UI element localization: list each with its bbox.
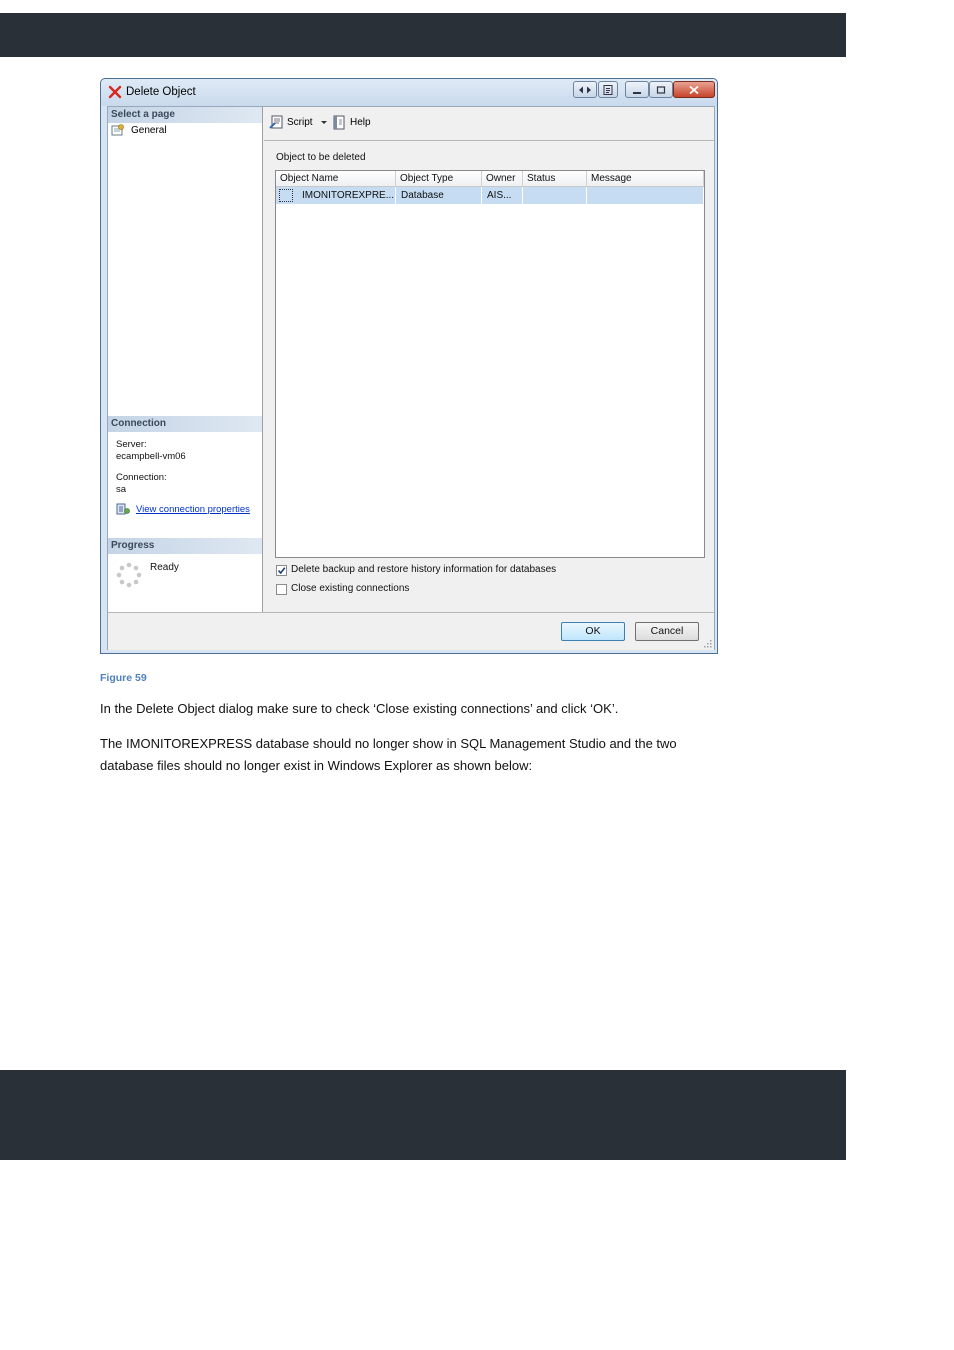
page-general-label: General [129,123,169,139]
resize-grip-icon[interactable] [704,640,712,648]
close-connections-label[interactable]: Close existing connections [291,583,409,594]
server-value: ecampbell-vm06 [116,451,186,462]
cell-owner: AIS... [482,187,523,204]
delete-history-label[interactable]: Delete backup and restore history inform… [291,564,556,575]
minimize-button[interactable] [625,81,649,98]
script-icon [269,115,283,129]
cell-message [587,187,704,204]
close-connections-checkbox[interactable] [276,584,287,595]
help-button[interactable]: Help [332,115,371,131]
column-header-object-type[interactable]: Object Type [396,171,482,187]
maximize-button[interactable] [649,81,673,98]
dialog-titlebar[interactable]: Delete Object [101,79,717,106]
dialog-button-bar: OK Cancel [108,612,714,650]
script-dropdown-arrow-icon[interactable] [321,121,327,124]
connection-properties-icon [116,503,130,515]
objects-to-delete-label: Object to be deleted [276,152,366,163]
script-button[interactable]: Script [269,115,313,131]
ok-button[interactable]: OK [561,622,625,641]
delete-x-icon [108,85,122,99]
maximize-icon [656,85,666,94]
objects-grid[interactable]: Object Name Object Type Owner Status Mes… [275,170,705,558]
delete-history-checkbox[interactable] [276,565,287,576]
dialog-title: Delete Object [126,86,196,98]
page-header-band [0,13,846,57]
server-label: Server: [116,439,147,450]
help-label: Help [350,117,371,128]
connection-value: sa [116,484,127,495]
cell-object-name: IMONITOREXPRE... [276,187,396,204]
connection-header: Connection [108,416,262,432]
minimize-icon [633,91,641,94]
column-header-message[interactable]: Message [587,171,704,187]
view-connection-properties-link[interactable]: View connection properties [136,504,250,515]
close-button[interactable] [673,81,715,98]
left-pane: Select a page General Connection Server:… [108,107,263,612]
result-paragraph: The IMONITOREXPRESS database should no l… [100,736,677,773]
progress-spinner-icon [116,562,142,588]
column-header-status[interactable]: Status [523,171,587,187]
cell-object-type: Database [396,187,482,204]
figure-caption: Figure 59 [100,672,147,684]
checkmark-icon [277,567,286,575]
progress-status: Ready [150,562,179,573]
connection-label: Connection: [116,472,167,483]
arrows-icon [579,86,591,93]
help-book-icon [333,115,345,130]
close-icon [689,85,699,94]
back-forward-button[interactable] [573,81,597,98]
select-page-header: Select a page [108,107,262,123]
dialog-toolbar: Script Help [264,107,714,141]
cell-status [523,187,587,204]
cancel-button[interactable]: Cancel [635,622,699,641]
progress-header: Progress [108,538,262,554]
help-context-button[interactable] [598,81,618,98]
delete-object-dialog: Delete Object Select a page General Conn… [100,78,718,654]
row-focus-marker [279,189,293,202]
column-header-object-name[interactable]: Object Name [276,171,396,187]
page-footer-band [0,1070,846,1160]
page-wrench-icon [111,124,124,136]
script-label: Script [287,117,313,128]
dialog-client: Select a page General Connection Server:… [107,106,715,650]
column-header-owner[interactable]: Owner [482,171,523,187]
document-icon [603,84,613,95]
instruction-paragraph: In the Delete Object dialog make sure to… [100,701,619,716]
